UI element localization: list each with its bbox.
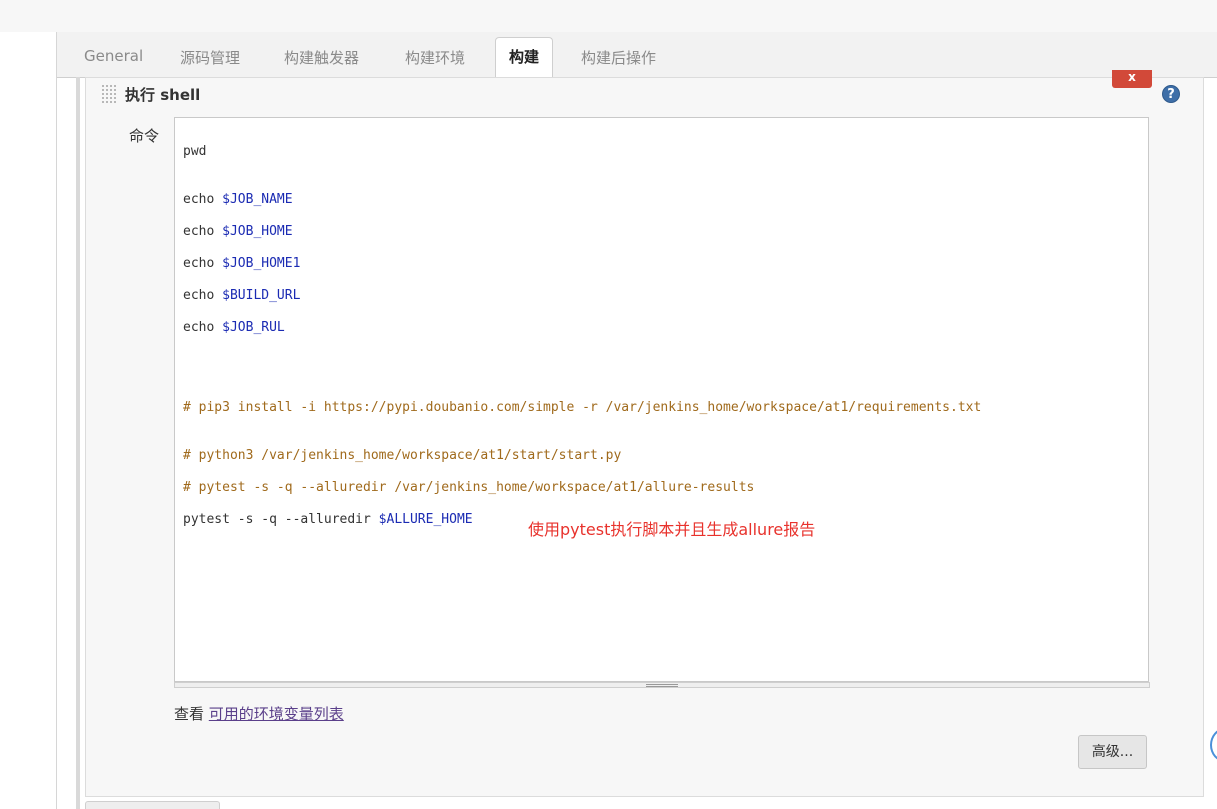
build-step-title: 执行 shell: [125, 86, 201, 104]
code-variable: $ALLURE_HOME: [378, 512, 473, 527]
drag-handle-icon[interactable]: [101, 84, 116, 104]
code-variable: $JOB_HOME1: [222, 256, 301, 271]
advanced-button[interactable]: 高级...: [1078, 735, 1147, 769]
code-variable: $JOB_RUL: [222, 320, 285, 335]
tab-post-build-actions[interactable]: 构建后操作: [581, 47, 656, 68]
next-step-button-stub[interactable]: [85, 801, 220, 809]
build-step-side-bar: [76, 77, 80, 809]
delete-step-button[interactable]: x: [1112, 70, 1152, 88]
env-vars-line: 查看 可用的环境变量列表: [174, 703, 344, 724]
tab-source-management[interactable]: 源码管理: [180, 47, 240, 68]
code-line: echo $BUILD_URL: [183, 288, 300, 304]
tab-general[interactable]: General: [84, 47, 143, 65]
command-editor[interactable]: pwd echo $JOB_NAME echo $JOB_HOME echo $…: [174, 117, 1149, 682]
code-line: echo $JOB_HOME: [183, 224, 293, 240]
left-sidebar-divider: [56, 32, 57, 809]
command-label: 命令: [129, 127, 160, 145]
env-vars-link[interactable]: 可用的环境变量列表: [209, 705, 344, 723]
floating-scroll-icon[interactable]: [1210, 728, 1217, 762]
help-icon[interactable]: ?: [1162, 85, 1180, 103]
resize-grip-icon: [646, 684, 678, 687]
tab-build[interactable]: 构建: [495, 37, 553, 77]
tab-build-triggers[interactable]: 构建触发器: [284, 47, 359, 68]
code-line: echo $JOB_NAME: [183, 192, 293, 208]
code-comment: # pip3 install -i https://pypi.doubanio.…: [183, 400, 982, 415]
code-line: pwd: [183, 144, 207, 159]
editor-resize-handle[interactable]: [174, 682, 1150, 688]
code-variable: $JOB_HOME: [222, 224, 293, 239]
code-command: echo: [183, 256, 223, 271]
code-comment: # pytest -s -q --alluredir /var/jenkins_…: [183, 480, 755, 495]
code-command: echo: [183, 224, 223, 239]
code-line: echo $JOB_RUL: [183, 320, 285, 336]
top-bar: [0, 0, 1217, 32]
code-command: echo: [183, 320, 223, 335]
code-variable: $JOB_NAME: [222, 192, 293, 207]
red-annotation-text: 使用pytest执行脚本并且生成allure报告: [528, 520, 816, 539]
code-variable: $BUILD_URL: [222, 288, 301, 303]
env-vars-prefix: 查看: [174, 705, 209, 723]
code-line: echo $JOB_HOME1: [183, 256, 300, 272]
code-comment: # python3 /var/jenkins_home/workspace/at…: [183, 448, 622, 463]
code-command: echo: [183, 192, 223, 207]
code-command: echo: [183, 288, 223, 303]
code-line: pytest -s -q --alluredir $ALLURE_HOME: [183, 512, 473, 528]
tab-build-environment[interactable]: 构建环境: [405, 47, 465, 68]
code-command: pytest -s -q --alluredir: [183, 512, 379, 527]
